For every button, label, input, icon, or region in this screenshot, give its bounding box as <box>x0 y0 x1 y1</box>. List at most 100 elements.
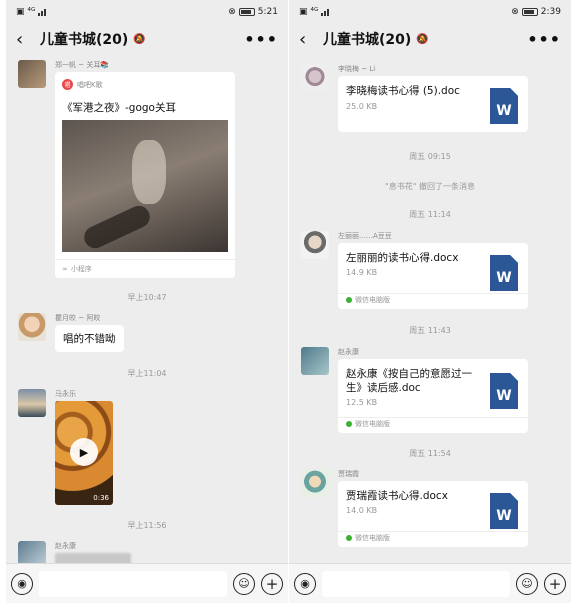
sender-name: 赵永康 <box>55 542 76 550</box>
status-icons-left: ▣ ⁴ᴳ <box>299 7 319 17</box>
status-bar: ▣ ⁴ᴳ ⊗ 5:21 <box>6 0 288 24</box>
sender-name: 瞿月皎 ~ 阿皎 <box>55 314 101 322</box>
avatar[interactable] <box>301 231 329 259</box>
chat-history[interactable]: 李晓梅 ~ Li 李晓梅读书心得 (5).doc 25.0 KB W 周五 09… <box>289 54 571 563</box>
mini-program-icon: ∞ <box>62 265 68 273</box>
chat-message: 左丽丽……A豆豆 左丽丽的读书心得.docx 14.9 KB W 微信电脑版 <box>298 231 563 315</box>
chat-history[interactable]: 郑一帆 ~ 关耳📚 唱 唱吧K歌 《军港之夜》-gogo关耳 ∞ 小程序 早上1… <box>6 54 288 563</box>
file-size: 14.0 KB <box>346 506 378 515</box>
input-bar: ◉ ☺ + <box>6 563 288 603</box>
file-size: 12.5 KB <box>346 398 378 407</box>
message-input[interactable] <box>322 570 510 597</box>
status-time: 2:39 <box>540 7 561 17</box>
voice-icon[interactable]: ◉ <box>11 572 33 595</box>
message-input[interactable] <box>39 570 227 597</box>
card-thumbnail <box>62 120 228 252</box>
wechat-pc-icon <box>346 535 352 541</box>
voice-icon[interactable]: ◉ <box>294 572 316 595</box>
image-message[interactable] <box>55 553 131 563</box>
mini-program-card[interactable]: 唱 唱吧K歌 《军港之夜》-gogo关耳 ∞ 小程序 <box>55 72 235 278</box>
app-name: 唱吧K歌 <box>77 80 103 89</box>
chat-title: 儿童书城(20) <box>323 32 412 48</box>
battery-icon <box>521 8 538 16</box>
wechat-pc-icon <box>346 297 352 303</box>
file-size: 14.9 KB <box>346 268 378 277</box>
card-title: 《军港之夜》-gogo关耳 <box>62 102 176 114</box>
timestamp: 周五 09:15 <box>409 152 451 161</box>
timestamp: 早上11:04 <box>127 369 167 378</box>
word-doc-icon: W <box>490 373 518 409</box>
chat-header: ‹ 儿童书城(20) 🔕 ••• <box>6 24 288 54</box>
wechat-pc-icon <box>346 421 352 427</box>
video-duration: 0:36 <box>93 494 109 502</box>
left-phone-screen: ▣ ⁴ᴳ ⊗ 5:21 ‹ 儿童书城(20) 🔕 ••• 郑一帆 ~ 关耳📚 唱… <box>6 0 288 603</box>
timestamp: 周五 11:43 <box>409 326 451 335</box>
back-arrow-icon[interactable]: ‹ <box>16 29 36 50</box>
word-doc-icon: W <box>490 255 518 291</box>
file-source: 微信电脑版 <box>355 296 390 304</box>
back-arrow-icon[interactable]: ‹ <box>299 29 319 50</box>
sender-name: 马永乐 <box>55 390 76 398</box>
vibrate-icon: ⊗ <box>228 7 236 17</box>
sender-name: 李晓梅 ~ Li <box>338 65 376 73</box>
word-doc-icon: W <box>490 493 518 529</box>
status-time: 5:21 <box>257 7 278 17</box>
chat-message: 马永乐 ▶ 0:36 <box>15 389 280 511</box>
file-source: 微信电脑版 <box>355 534 390 542</box>
card-footer-label: 小程序 <box>70 265 92 273</box>
message-text[interactable]: 唱的不错呦 <box>55 325 124 352</box>
chat-message: 赵永康 赵永康《按自己的意愿过一生》读后感.doc 12.5 KB W 微信电脑… <box>298 347 563 437</box>
emoji-icon[interactable]: ☺ <box>516 572 538 595</box>
mute-icon: 🔕 <box>416 33 429 45</box>
mute-icon: 🔕 <box>133 33 146 45</box>
more-options-icon[interactable]: ••• <box>244 30 278 49</box>
chat-message: 郑一帆 ~ 关耳📚 唱 唱吧K歌 《军港之夜》-gogo关耳 ∞ 小程序 <box>15 60 280 282</box>
file-size: 25.0 KB <box>346 102 378 111</box>
avatar[interactable] <box>18 541 46 563</box>
word-doc-icon: W <box>490 88 518 124</box>
more-options-icon[interactable]: ••• <box>527 30 561 49</box>
file-name: 贾瑞霞读书心得.docx <box>346 490 448 502</box>
sender-name: 贾瑞霞 <box>338 470 359 478</box>
chat-title: 儿童书城(20) <box>40 32 129 48</box>
file-source: 微信电脑版 <box>355 420 390 428</box>
avatar[interactable] <box>301 469 329 497</box>
file-name: 赵永康《按自己的意愿过一生》读后感.doc <box>346 368 472 394</box>
emoji-icon[interactable]: ☺ <box>233 572 255 595</box>
signal-icon <box>321 8 330 16</box>
sender-name: 左丽丽……A豆豆 <box>338 232 392 240</box>
avatar[interactable] <box>301 347 329 375</box>
timestamp: 周五 11:14 <box>409 210 451 219</box>
avatar[interactable] <box>18 60 46 88</box>
chat-message: 瞿月皎 ~ 阿皎 唱的不错呦 <box>15 313 280 357</box>
sender-name: 赵永康 <box>338 348 359 356</box>
right-phone-screen: ▣ ⁴ᴳ ⊗ 2:39 ‹ 儿童书城(20) 🔕 ••• 李晓梅 ~ Li 李晓… <box>289 0 571 603</box>
file-message[interactable]: 李晓梅读书心得 (5).doc 25.0 KB W <box>338 76 528 132</box>
file-name: 李晓梅读书心得 (5).doc <box>346 85 460 97</box>
chat-message: 贾瑞霞 贾瑞霞读书心得.docx 14.0 KB W 微信电脑版 <box>298 469 563 553</box>
timestamp: 早上10:47 <box>127 293 167 302</box>
avatar[interactable] <box>301 64 329 92</box>
video-message[interactable]: ▶ 0:36 <box>55 401 113 505</box>
timestamp: 早上11:56 <box>127 521 167 530</box>
chat-message: 李晓梅 ~ Li 李晓梅读书心得 (5).doc 25.0 KB W <box>298 64 563 144</box>
timestamp: 周五 11:54 <box>409 449 451 458</box>
avatar[interactable] <box>18 389 46 417</box>
status-bar: ▣ ⁴ᴳ ⊗ 2:39 <box>289 0 571 24</box>
file-message[interactable]: 贾瑞霞读书心得.docx 14.0 KB W 微信电脑版 <box>338 481 528 547</box>
input-bar: ◉ ☺ + <box>289 563 571 603</box>
chat-header: ‹ 儿童书城(20) 🔕 ••• <box>289 24 571 54</box>
chat-message: 赵永康 <box>15 541 280 563</box>
vibrate-icon: ⊗ <box>511 7 519 17</box>
file-message[interactable]: 左丽丽的读书心得.docx 14.9 KB W 微信电脑版 <box>338 243 528 309</box>
recall-notice: "息书花" 撤回了一条消息 <box>385 182 475 191</box>
battery-icon <box>238 8 255 16</box>
app-logo-icon: 唱 <box>62 79 73 90</box>
plus-icon[interactable]: + <box>261 572 283 595</box>
sender-name: 郑一帆 ~ 关耳📚 <box>55 61 110 69</box>
avatar[interactable] <box>18 313 46 341</box>
play-icon[interactable]: ▶ <box>70 438 98 466</box>
signal-icon <box>38 8 47 16</box>
plus-icon[interactable]: + <box>544 572 566 595</box>
file-message[interactable]: 赵永康《按自己的意愿过一生》读后感.doc 12.5 KB W 微信电脑版 <box>338 359 528 433</box>
